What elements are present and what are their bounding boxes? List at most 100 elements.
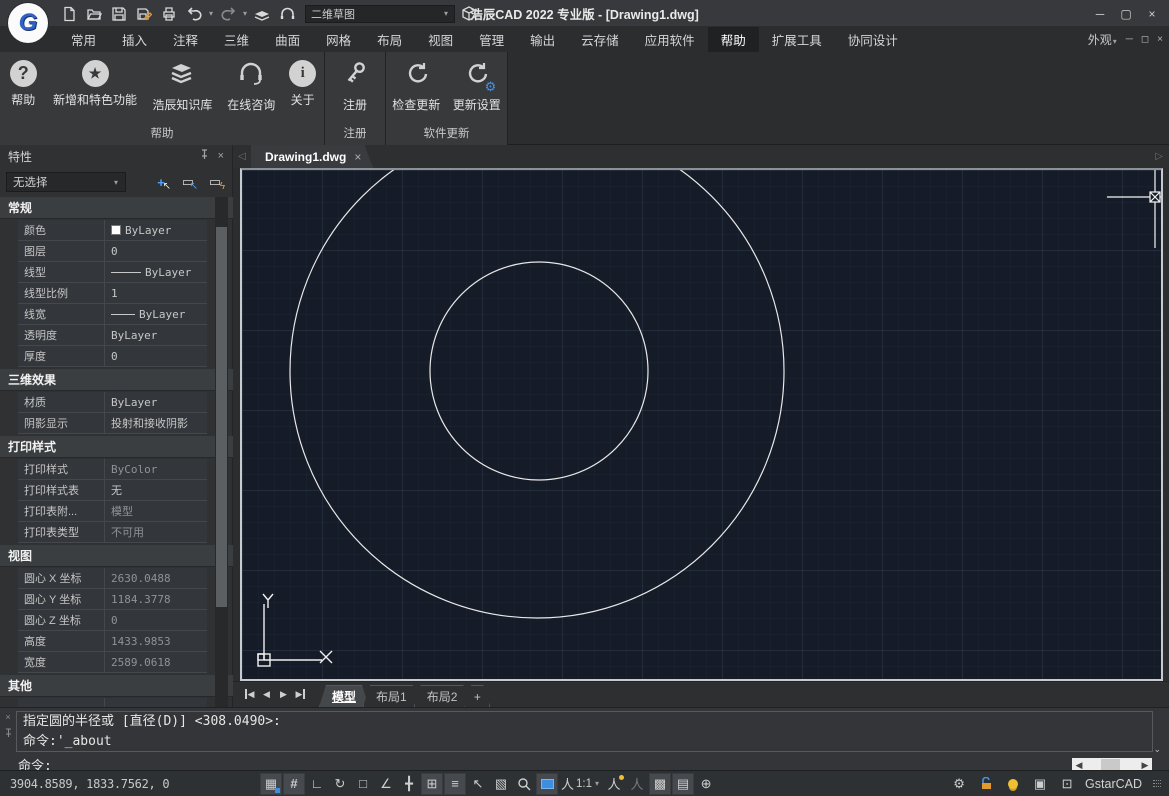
prop-row-color[interactable]: 颜色ByLayer: [18, 220, 207, 241]
outer-circle[interactable]: [290, 170, 784, 618]
annotation-visibility-icon[interactable]: 人: [603, 773, 625, 795]
prop-row-height[interactable]: 高度1433.9853: [18, 631, 207, 652]
last-layout-icon[interactable]: ▶: [292, 689, 309, 700]
clean-screen-icon[interactable]: ⊕: [695, 773, 717, 795]
toolbar-more-icon[interactable]: ▾: [484, 9, 488, 18]
undo-dropdown-icon[interactable]: ▾: [209, 9, 213, 18]
tab-mesh[interactable]: 网格: [313, 27, 364, 52]
tab-annotate[interactable]: 注释: [160, 27, 211, 52]
prop-row-shadow[interactable]: 阴影显示投射和接收阴影: [18, 413, 207, 434]
minimize-button[interactable]: ─: [1087, 7, 1113, 21]
knowledge-base-button[interactable]: 浩辰知识库: [144, 57, 222, 124]
prop-row-plot-style[interactable]: 打印样式ByColor: [18, 459, 207, 480]
prev-layout-icon[interactable]: ◀: [258, 689, 275, 700]
annotation-monitor-icon[interactable]: [536, 773, 558, 795]
prop-row-center-y[interactable]: 圆心 Y 坐标1184.3778: [18, 589, 207, 610]
tab-3d[interactable]: 三维: [211, 27, 262, 52]
prop-row-center-x[interactable]: 圆心 X 坐标2630.0488: [18, 568, 207, 589]
tab-express-tools[interactable]: 扩展工具: [759, 27, 835, 52]
snap-mode-icon[interactable]: ▦: [260, 773, 282, 795]
prop-row-thickness[interactable]: 厚度0: [18, 346, 207, 367]
tab-view[interactable]: 视图: [415, 27, 466, 52]
add-layout-tab[interactable]: +: [464, 685, 490, 707]
prop-row-lineweight[interactable]: 线宽ByLayer: [18, 304, 207, 325]
doc-tabs-left-icon[interactable]: ◁: [233, 151, 251, 162]
undo-icon[interactable]: [183, 4, 205, 24]
scrollbar-thumb[interactable]: [216, 227, 227, 607]
appearance-menu[interactable]: 外观▾: [1088, 31, 1118, 48]
tab-layout[interactable]: 布局: [364, 27, 415, 52]
save-as-icon[interactable]: [133, 4, 155, 24]
visual-style-cube-icon[interactable]: [458, 4, 480, 24]
ortho-mode-icon[interactable]: ∟: [306, 773, 328, 795]
drawing-canvas[interactable]: [240, 168, 1163, 681]
prop-row-plot-table[interactable]: 打印样式表无: [18, 480, 207, 501]
tab-output[interactable]: 输出: [517, 27, 568, 52]
online-consult-button[interactable]: 在线咨询: [221, 57, 281, 124]
auto-annotation-icon[interactable]: 人: [626, 773, 648, 795]
hardware-light-icon[interactable]: [1004, 773, 1022, 795]
command-expand-icon[interactable]: ⌄: [1153, 744, 1161, 755]
tab-insert[interactable]: 插入: [109, 27, 160, 52]
annotation-scale-button[interactable]: 人1:1▾: [559, 773, 602, 795]
new-file-icon[interactable]: [58, 4, 80, 24]
redo-icon[interactable]: [217, 4, 239, 24]
settings-gear-icon[interactable]: ⚙: [950, 773, 968, 795]
section-misc[interactable]: 其他▲: [0, 675, 233, 697]
prop-row-plot-type[interactable]: 打印表类型不可用: [18, 522, 207, 543]
isolate-objects-icon[interactable]: ▤: [672, 773, 694, 795]
section-general[interactable]: 常规▲: [0, 197, 233, 219]
selection-dropdown[interactable]: 无选择 ▾: [6, 172, 126, 192]
magnifier-icon[interactable]: [513, 773, 535, 795]
app-logo[interactable]: G: [8, 3, 48, 43]
ribbon-minimize-icon[interactable]: ─: [1126, 34, 1133, 45]
sheet-stack-icon[interactable]: [251, 4, 273, 24]
ui-lock-icon[interactable]: [977, 773, 995, 795]
hardware-acceleration-icon[interactable]: ▣: [1031, 773, 1049, 795]
prop-row-linetype[interactable]: 线型ByLayer: [18, 262, 207, 283]
command-history[interactable]: 指定圆的半径或 [直径(D)] <308.0490>: 命令:'_about: [16, 711, 1153, 752]
close-button[interactable]: ×: [1139, 7, 1165, 21]
tab-manage[interactable]: 管理: [466, 27, 517, 52]
update-settings-button[interactable]: ⚙ 更新设置: [447, 57, 508, 124]
tab-model[interactable]: 模型: [319, 685, 369, 707]
pin-icon[interactable]: [199, 149, 210, 163]
workspace-switcher[interactable]: 二维草图 ▾: [305, 5, 455, 23]
properties-scrollbar[interactable]: [215, 197, 228, 707]
tab-home[interactable]: 常用: [58, 27, 109, 52]
fullscreen-icon[interactable]: ⊡: [1058, 773, 1076, 795]
tab-cloud[interactable]: 云存储: [568, 27, 632, 52]
prop-row-plot-attach[interactable]: 打印表附...模型: [18, 501, 207, 522]
section-plot-style[interactable]: 打印样式▲: [0, 436, 233, 458]
new-features-button[interactable]: ★ 新增和特色功能: [47, 57, 144, 124]
doc-tab-close-icon[interactable]: ×: [354, 150, 361, 164]
tab-apps[interactable]: 应用软件: [632, 27, 708, 52]
grid-display-icon[interactable]: #: [283, 773, 305, 795]
palette-close-icon[interactable]: ×: [218, 150, 224, 162]
prop-row-material[interactable]: 材质ByLayer: [18, 392, 207, 413]
tab-surface[interactable]: 曲面: [262, 27, 313, 52]
save-icon[interactable]: [108, 4, 130, 24]
object-snap-icon[interactable]: □: [352, 773, 374, 795]
check-update-button[interactable]: 检查更新: [386, 57, 447, 124]
command-pin-icon[interactable]: [4, 728, 13, 740]
tab-collaboration[interactable]: 协同设计: [835, 27, 911, 52]
quick-properties-icon[interactable]: ▧: [490, 773, 512, 795]
polar-tracking-icon[interactable]: ↻: [329, 773, 351, 795]
prop-row-transparency[interactable]: 透明度ByLayer: [18, 325, 207, 346]
tab-layout2[interactable]: 布局2: [414, 685, 471, 707]
open-file-icon[interactable]: [83, 4, 105, 24]
lineweight-display-icon[interactable]: ≡: [444, 773, 466, 795]
section-view[interactable]: 视图▲: [0, 545, 233, 567]
resize-grip[interactable]: [1153, 780, 1161, 787]
background-hatch-icon[interactable]: ▩: [649, 773, 671, 795]
document-tab[interactable]: Drawing1.dwg ×: [251, 145, 373, 168]
command-close-icon[interactable]: ×: [5, 712, 10, 722]
maximize-button[interactable]: ▢: [1113, 7, 1139, 21]
select-objects-icon[interactable]: ▭↖: [177, 172, 199, 192]
inner-circle[interactable]: [430, 262, 648, 480]
toggle-pickadd-icon[interactable]: ▭ϟ: [204, 172, 226, 192]
redo-dropdown-icon[interactable]: ▾: [243, 9, 247, 18]
ribbon-restore-icon[interactable]: ◻: [1141, 34, 1149, 45]
help-button[interactable]: ? 帮助: [0, 57, 47, 124]
